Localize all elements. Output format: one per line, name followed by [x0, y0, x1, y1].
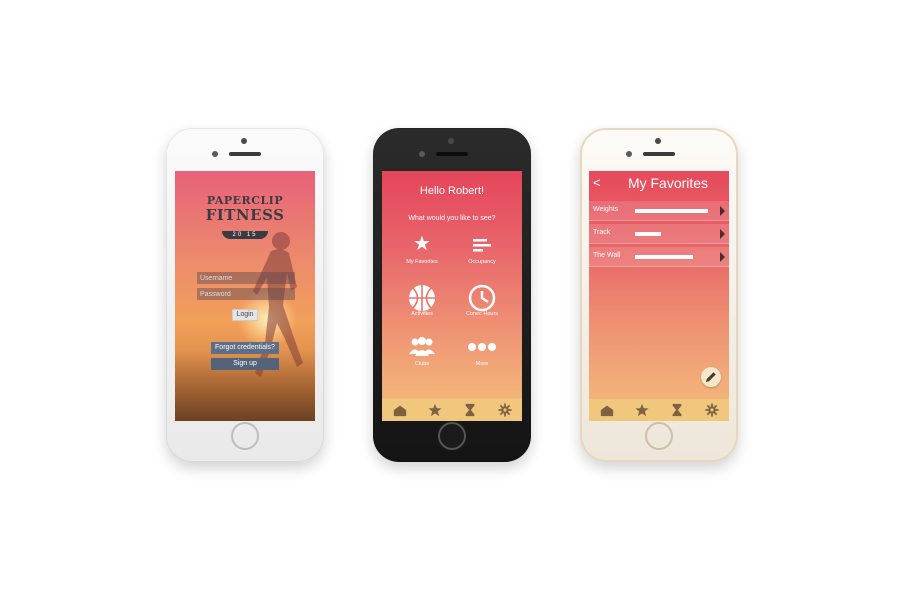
basketball-icon [392, 283, 452, 311]
favorite-name: The Wall [593, 252, 621, 259]
bottom-tab-bar [382, 399, 522, 421]
phone-home: Hello Robert! What would you like to see… [373, 128, 531, 462]
tile-label: More [475, 361, 489, 367]
front-camera [626, 151, 632, 157]
star-icon: ★ [413, 233, 431, 255]
greeting-text: Hello Robert! [419, 185, 485, 197]
camera-dot [241, 138, 247, 144]
chevron-right-icon [720, 206, 725, 216]
more-dots-icon [452, 333, 512, 359]
favorite-name: Track [593, 229, 611, 236]
speaker-grille [229, 152, 261, 156]
favorite-row-the-wall[interactable]: The Wall [589, 247, 729, 267]
favorite-name: Weights [593, 206, 619, 213]
edit-favorites-button[interactable] [701, 367, 721, 387]
phone-login: PAPERCLIP FITNESS 20 15 Login Forgot cre… [166, 128, 324, 462]
phone-favorites: < My Favorites Weights Track The Wall [580, 128, 738, 462]
chevron-right-icon [720, 252, 725, 262]
tile-label: Activities [411, 311, 433, 317]
tile-label: Clubs [414, 361, 430, 367]
hourglass-icon [672, 403, 681, 417]
tab-home[interactable] [382, 399, 417, 421]
speaker-grille [643, 152, 675, 156]
password-input[interactable] [197, 288, 295, 300]
bottom-tab-bar [589, 399, 729, 421]
tab-settings[interactable] [487, 399, 522, 421]
tab-favorites[interactable] [624, 399, 659, 421]
bars-icon [452, 231, 512, 257]
front-camera [419, 151, 425, 157]
page-title: My Favorites [627, 175, 709, 191]
tab-favorites[interactable] [417, 399, 452, 421]
favorite-row-weights[interactable]: Weights [589, 201, 729, 221]
speaker-grille [436, 152, 468, 156]
login-button[interactable]: Login [232, 309, 258, 321]
home-hardware-button[interactable] [231, 422, 259, 450]
back-button[interactable]: < [593, 175, 601, 191]
home-screen: Hello Robert! What would you like to see… [382, 171, 522, 421]
tile-more[interactable]: More [452, 333, 512, 367]
tile-label: Conec Hours [465, 311, 499, 317]
logo-year: 20 15 [222, 231, 268, 239]
favorites-screen: < My Favorites Weights Track The Wall [589, 171, 729, 421]
group-icon [392, 333, 452, 359]
camera-dot [448, 138, 454, 144]
favorite-level-bar [635, 209, 708, 213]
camera-dot [655, 138, 661, 144]
tab-home[interactable] [589, 399, 624, 421]
hourglass-icon [465, 403, 474, 417]
tile-clubs[interactable]: Clubs [392, 333, 452, 367]
home-hardware-button[interactable] [645, 422, 673, 450]
clock-icon [452, 283, 512, 312]
tile-label: Occupancy [468, 259, 496, 265]
tile-occupancy[interactable]: Occupancy [452, 231, 512, 265]
tab-settings[interactable] [694, 399, 729, 421]
login-screen: PAPERCLIP FITNESS 20 15 Login Forgot cre… [175, 171, 315, 421]
question-text: What would you like to see? [408, 215, 496, 222]
star-icon [427, 403, 442, 417]
tile-label: My Favorites [406, 259, 438, 265]
paperclip-fitness-logo: PAPERCLIP FITNESS 20 15 [205, 195, 285, 251]
gear-icon [497, 403, 512, 417]
tab-hours[interactable] [659, 399, 694, 421]
forgot-credentials-button[interactable]: Forgot credentials? [211, 342, 279, 354]
username-input[interactable] [197, 272, 295, 284]
home-hardware-button[interactable] [438, 422, 466, 450]
tile-conec-hours[interactable]: Conec Hours [452, 283, 512, 317]
pencil-icon [706, 372, 716, 382]
chevron-right-icon [720, 229, 725, 239]
tab-hours[interactable] [452, 399, 487, 421]
signup-button[interactable]: Sign up [211, 358, 279, 370]
home-icon [600, 405, 613, 417]
logo-line2: FITNESS [205, 206, 285, 224]
gear-icon [704, 403, 719, 417]
tile-my-favorites[interactable]: ★ My Favorites [392, 231, 452, 265]
favorite-level-bar [635, 255, 693, 259]
tile-activities[interactable]: Activities [392, 283, 452, 317]
star-icon [634, 403, 649, 417]
home-icon [393, 405, 406, 417]
favorite-level-bar [635, 232, 661, 236]
front-camera [212, 151, 218, 157]
favorite-row-track[interactable]: Track [589, 224, 729, 244]
